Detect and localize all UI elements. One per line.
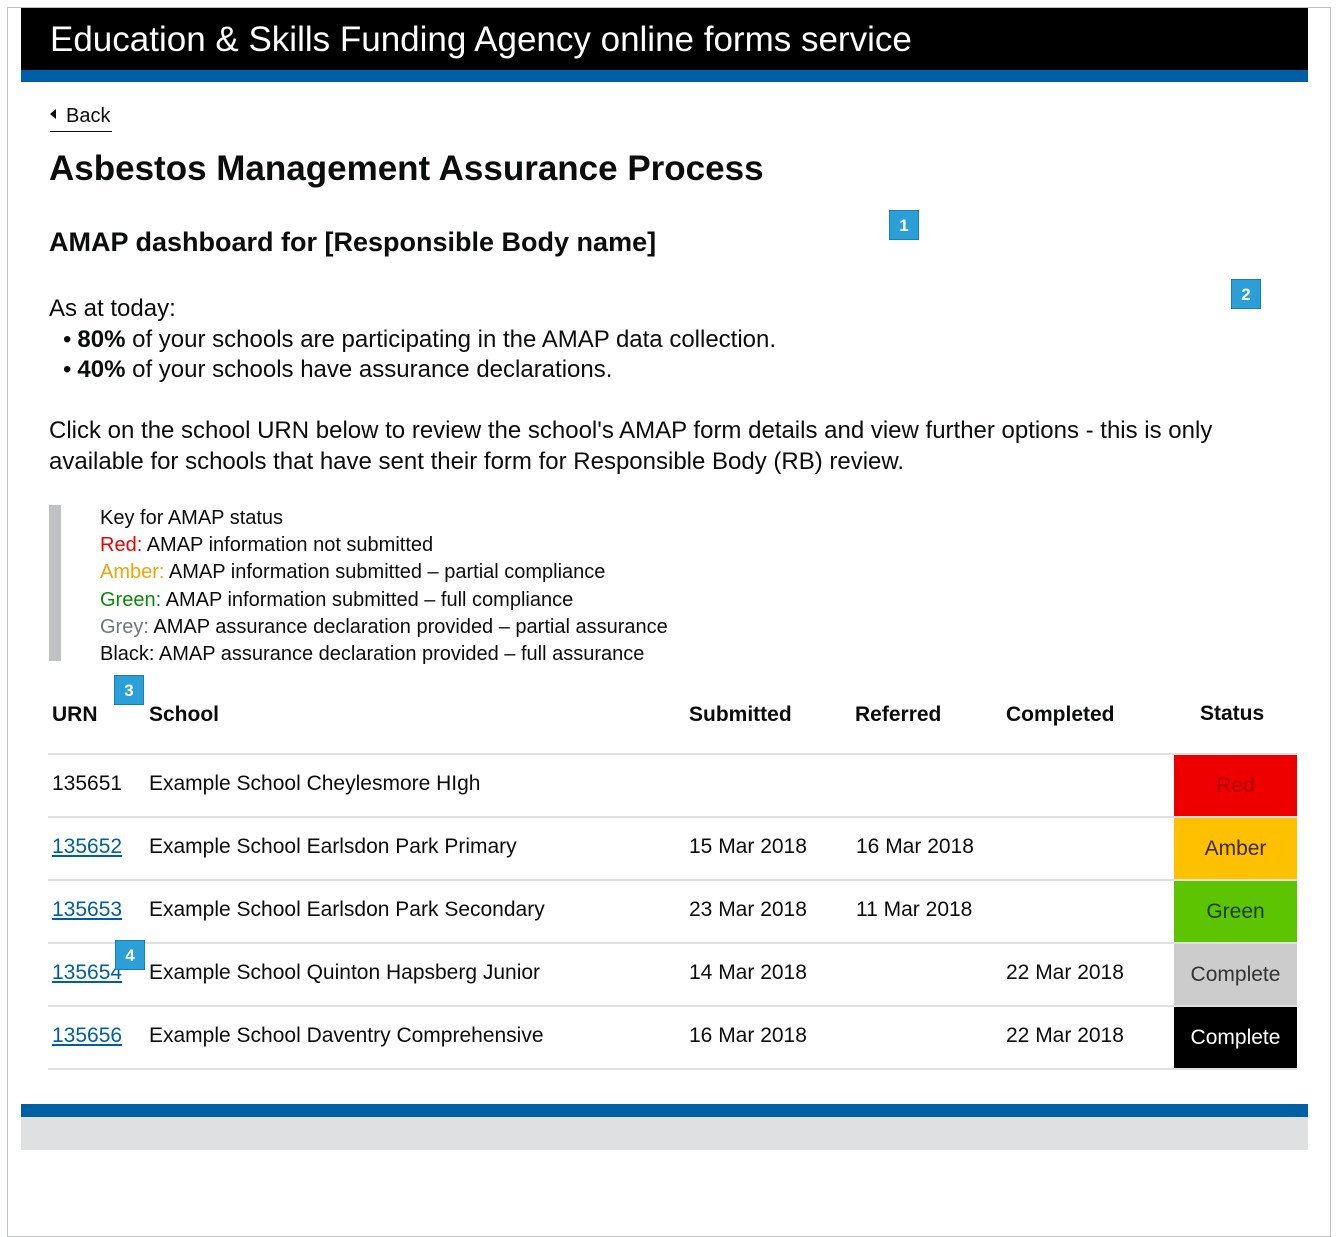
table-row: 135654 Example School Quinton Hapsberg Ju…: [48, 944, 1297, 1007]
school-name-cell: Example School Quinton Hapsberg Junior: [149, 961, 541, 984]
footer-accent-bar: [21, 1104, 1308, 1117]
service-title: Education & Skills Funding Agency online…: [50, 20, 912, 59]
school-name-cell: Example School Earlsdon Park Secondary: [149, 898, 545, 921]
table-row: 135656 Example School Daventry Comprehens…: [48, 1007, 1297, 1070]
status-badge: Complete: [1174, 1007, 1297, 1068]
column-header-urn[interactable]: URN: [52, 701, 98, 729]
back-link-label: Back: [66, 105, 111, 127]
key-item-red: Red: AMAP information not submitted: [100, 532, 668, 559]
summary-item: 80% of your schools are participating in…: [63, 325, 776, 356]
urn-cell: 135656: [52, 1021, 122, 1051]
submitted-date-cell: 16 Mar 2018: [689, 1024, 807, 1047]
urn-link[interactable]: 135652: [52, 835, 122, 858]
key-item-green: Green: AMAP information submitted – full…: [100, 587, 668, 614]
key-item-black: Black: AMAP assurance declaration provid…: [100, 641, 668, 668]
referred-date-cell: 11 Mar 2018: [856, 898, 973, 921]
key-text: AMAP information submitted – partial com…: [164, 561, 606, 584]
key-text: AMAP assurance declaration provided – fu…: [154, 643, 645, 666]
urn-cell: 135653: [52, 895, 122, 925]
back-link[interactable]: Back: [50, 103, 113, 132]
summary-list: 80% of your schools are participating in…: [49, 325, 776, 386]
annotation-marker-3: 3: [114, 675, 144, 705]
column-header-referred[interactable]: Referred: [855, 701, 941, 729]
page-title: Asbestos Management Assurance Process: [49, 149, 764, 188]
header-accent-bar: [21, 70, 1308, 82]
status-badge: Green: [1174, 881, 1297, 942]
summary-value: 40%: [77, 356, 126, 383]
column-header-completed[interactable]: Completed: [1006, 701, 1115, 729]
completed-date-cell: 22 Mar 2018: [1006, 961, 1124, 984]
school-name-cell: Example School Daventry Comprehensive: [149, 1024, 544, 1047]
site-header: Education & Skills Funding Agency online…: [21, 8, 1308, 70]
urn-cell: 135652: [52, 832, 122, 862]
referred-date-cell: 16 Mar 2018: [856, 835, 974, 858]
column-header-school[interactable]: School: [149, 701, 219, 729]
summary-text: of your schools are participating in the…: [125, 325, 777, 353]
key-label: Red:: [100, 534, 143, 557]
summary-intro: As at today:: [49, 295, 176, 322]
school-name-cell: Example School Earlsdon Park Primary: [149, 835, 517, 858]
status-badge: Red: [1174, 755, 1297, 816]
key-heading: Key for AMAP status: [100, 507, 284, 529]
urn-link[interactable]: 135656: [52, 1024, 122, 1047]
urn-link[interactable]: 135654: [52, 961, 122, 984]
participation-summary: As at today: 80% of your schools are par…: [49, 294, 776, 386]
dashboard-title: AMAP dashboard for [Responsible Body nam…: [49, 227, 657, 257]
completed-date-cell: 22 Mar 2018: [1006, 1024, 1124, 1047]
key-item-grey: Grey: AMAP assurance declaration provide…: [100, 614, 668, 641]
summary-item: 40% of your schools have assurance decla…: [63, 355, 776, 386]
submitted-date-cell: 15 Mar 2018: [689, 835, 807, 858]
key-label: Green:: [100, 588, 162, 611]
site-footer: [21, 1117, 1308, 1150]
table-row: 135653 Example School Earlsdon Park Secon…: [48, 881, 1297, 944]
instructions-text: Click on the school URN below to review …: [49, 417, 1213, 475]
urn-link[interactable]: 135653: [52, 898, 122, 921]
column-header-submitted[interactable]: Submitted: [689, 701, 792, 729]
back-arrow-icon: [50, 109, 56, 119]
table-row: 135651 Example School Cheylesmore HIgh Red: [48, 755, 1297, 818]
key-text: AMAP information submitted – full compli…: [161, 588, 574, 611]
key-label: Amber:: [100, 561, 165, 584]
status-key: Key for AMAP status Red: AMAP informatio…: [49, 505, 668, 665]
column-header-status[interactable]: Status: [1200, 700, 1264, 728]
school-name-cell: Example School Cheylesmore HIgh: [149, 772, 481, 795]
submitted-date-cell: 14 Mar 2018: [689, 961, 807, 984]
table-body: 135651 Example School Cheylesmore HIgh Red…: [48, 755, 1297, 1070]
key-text: AMAP information not submitted: [142, 534, 434, 557]
table-header-row: URN School Submitted Referred Completed …: [48, 700, 1297, 755]
annotation-marker-4: 4: [115, 940, 145, 970]
urn-cell: 135651: [52, 772, 123, 795]
key-label: Grey:: [100, 615, 149, 638]
schools-table: URN School Submitted Referred Completed …: [48, 700, 1297, 1070]
key-text: AMAP assurance declaration provided – pa…: [148, 615, 668, 638]
annotation-marker-2: 2: [1231, 279, 1261, 309]
summary-value: 80%: [77, 325, 126, 353]
key-label: Black:: [100, 643, 155, 666]
submitted-date-cell: 23 Mar 2018: [689, 898, 807, 921]
urn-cell: 135654: [52, 958, 122, 988]
key-item-amber: Amber: AMAP information submitted – part…: [100, 559, 668, 586]
summary-text: of your schools have assurance declarati…: [125, 356, 613, 383]
table-row: 135652 Example School Earlsdon Park Prima…: [48, 818, 1297, 881]
status-badge: Amber: [1174, 818, 1297, 879]
status-badge: Complete: [1174, 944, 1297, 1005]
annotation-marker-1: 1: [889, 210, 919, 240]
